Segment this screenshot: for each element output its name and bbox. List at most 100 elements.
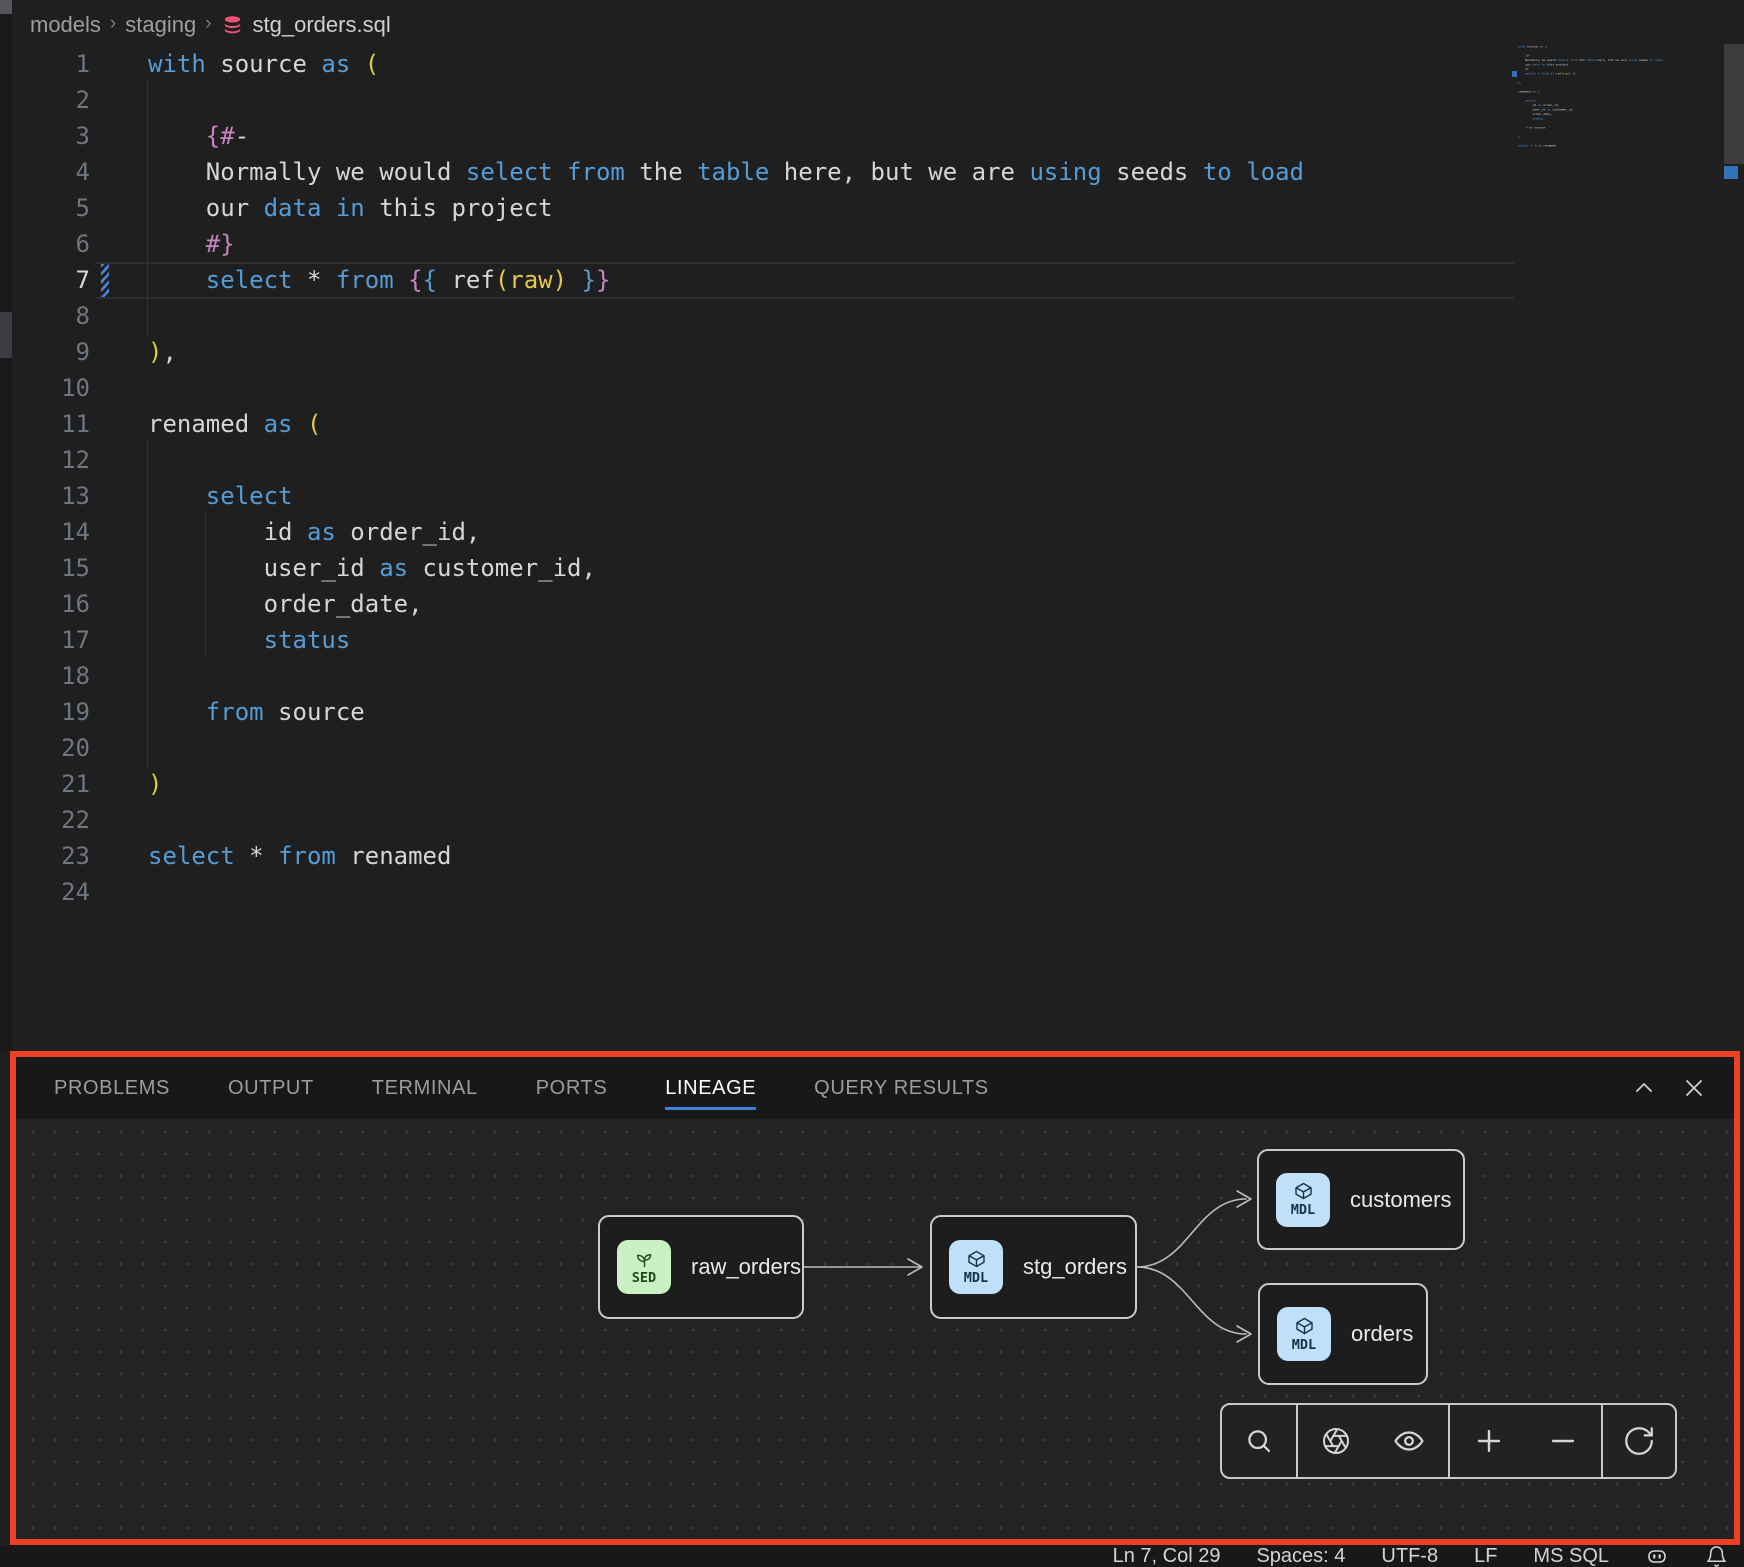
breadcrumb-folder-staging[interactable]: staging <box>125 12 196 38</box>
code-line-22[interactable]: 22 <box>12 802 1744 838</box>
code-line-24[interactable]: 24 <box>12 874 1744 910</box>
refresh-icon[interactable] <box>1622 1424 1656 1458</box>
code-line-11[interactable]: 11 renamed as ( <box>12 406 1744 442</box>
tab-problems[interactable]: PROBLEMS <box>54 1057 170 1119</box>
eol-setting[interactable]: LF <box>1474 1545 1497 1567</box>
line-number: 22 <box>12 802 90 838</box>
line-number: 23 <box>12 838 90 874</box>
code-text: select * from {{ ref(raw) }} <box>148 262 610 298</box>
code-text: ), <box>148 334 177 370</box>
aperture-icon[interactable] <box>1320 1425 1352 1457</box>
code-text: renamed as ( <box>148 406 321 442</box>
copilot-icon[interactable] <box>1645 1544 1669 1567</box>
line-number: 2 <box>12 82 90 118</box>
code-text: from source <box>1518 125 1545 130</box>
line-number: 11 <box>12 406 90 442</box>
eye-icon[interactable] <box>1392 1424 1426 1458</box>
code-text: our data in this project <box>148 190 553 226</box>
bottom-panel-annotated: PROBLEMS OUTPUT TERMINAL PORTS LINEAGE QUERY … <box>10 1051 1740 1545</box>
lineage-node-orders[interactable]: MDL orders <box>1258 1283 1428 1385</box>
breadcrumb-folder-models[interactable]: models <box>30 12 101 38</box>
tab-lineage[interactable]: LINEAGE <box>665 1057 756 1119</box>
cube-icon <box>966 1249 987 1269</box>
line-number: 4 <box>12 154 90 190</box>
badge-label: MDL <box>964 1270 988 1286</box>
tab-output[interactable]: OUTPUT <box>228 1057 314 1119</box>
code-line-16[interactable]: 16 order_date, <box>12 586 1744 622</box>
code-line-19[interactable]: 19 from source <box>12 694 1744 730</box>
lineage-canvas[interactable]: SED raw_orders MDL stg_orders <box>16 1119 1734 1539</box>
search-icon[interactable] <box>1243 1425 1275 1457</box>
code-line-6[interactable]: 6 #} <box>12 226 1744 262</box>
code-line-3[interactable]: 3 {#- <box>12 118 1744 154</box>
code-line-10[interactable]: 10 <box>12 370 1744 406</box>
tab-terminal[interactable]: TERMINAL <box>372 1057 478 1119</box>
database-file-icon <box>221 14 244 37</box>
cube-icon <box>1294 1316 1315 1336</box>
code-text: #} <box>148 226 235 262</box>
code-line-2[interactable]: 2 <box>12 82 1744 118</box>
chevron-up-icon[interactable] <box>1632 1076 1656 1100</box>
code-text: id as order_id, <box>148 514 480 550</box>
code-line-1[interactable]: 1with source as ( <box>12 46 1744 82</box>
zoom-out-icon[interactable] <box>1546 1424 1580 1458</box>
code-text: select * from {{ ref(raw) }} <box>1518 71 1576 76</box>
code-line-21[interactable]: 21) <box>12 766 1744 802</box>
code-line-5[interactable]: 5 our data in this project <box>12 190 1744 226</box>
code-line-9[interactable]: 9), <box>12 334 1744 370</box>
edge-arrowhead <box>908 1259 922 1275</box>
badge-label: SED <box>632 1270 656 1286</box>
code-line-12[interactable]: 12 <box>12 442 1744 478</box>
node-label: orders <box>1351 1321 1413 1347</box>
minimap-modified-marker <box>1512 71 1517 77</box>
line-number: 12 <box>12 442 90 478</box>
code-line-15[interactable]: 15 user_id as customer_id, <box>12 550 1744 586</box>
encoding-setting[interactable]: UTF-8 <box>1381 1545 1438 1567</box>
cursor-position[interactable]: Ln 7, Col 29 <box>1113 1545 1221 1567</box>
seedling-icon <box>634 1249 655 1269</box>
tab-ports[interactable]: PORTS <box>536 1057 608 1119</box>
code-line-13[interactable]: 13 select <box>12 478 1744 514</box>
minimap[interactable]: with source as ( {#- Normally we would s… <box>1518 44 1692 162</box>
editor-scrollbar-thumb[interactable] <box>1724 44 1744 164</box>
code-line-20[interactable]: 20 <box>12 730 1744 766</box>
code-line-17[interactable]: 17 status <box>12 622 1744 658</box>
node-label: stg_orders <box>1023 1254 1127 1280</box>
code-editor[interactable]: 1with source as (23 {#-4 Normally we wou… <box>12 44 1744 1051</box>
lineage-node-raw-orders[interactable]: SED raw_orders <box>598 1215 804 1319</box>
code-lines[interactable]: 1with source as (23 {#-4 Normally we wou… <box>12 46 1744 910</box>
activity-strip <box>0 0 12 1051</box>
cube-icon <box>1293 1181 1314 1201</box>
lineage-node-stg-orders[interactable]: MDL stg_orders <box>930 1215 1137 1319</box>
code-line-14[interactable]: 14 id as order_id, <box>12 514 1744 550</box>
line-number: 18 <box>12 658 90 694</box>
code-line-7[interactable]: 7 select * from {{ ref(raw) }} <box>12 262 1744 298</box>
close-panel-icon[interactable] <box>1682 1076 1706 1100</box>
tab-query-results[interactable]: QUERY RESULTS <box>814 1057 989 1119</box>
model-badge: MDL <box>949 1240 1003 1294</box>
breadcrumb-file-name[interactable]: stg_orders.sql <box>253 12 391 38</box>
code-line-23[interactable]: 23select * from renamed <box>12 838 1744 874</box>
code-line-4[interactable]: 4 Normally we would select from the tabl… <box>12 154 1744 190</box>
line-number: 17 <box>12 622 90 658</box>
language-mode[interactable]: MS SQL <box>1533 1545 1609 1567</box>
strip-scroll-block[interactable] <box>0 312 12 358</box>
code-text: ) <box>1518 134 1520 139</box>
code-line-8[interactable]: 8 <box>12 298 1744 334</box>
zoom-in-icon[interactable] <box>1472 1424 1506 1458</box>
code-text: select * from renamed <box>1518 143 1556 148</box>
code-text: order_date, <box>148 586 423 622</box>
minimap-content: with source as ( {#- Normally we would s… <box>1518 44 1692 152</box>
line-number: 5 <box>12 190 90 226</box>
lineage-node-customers[interactable]: MDL customers <box>1257 1149 1465 1250</box>
breadcrumb-separator: › <box>205 13 211 35</box>
code-line-18[interactable]: 18 <box>12 658 1744 694</box>
line-number: 24 <box>12 874 90 910</box>
line-number: 7 <box>12 262 90 298</box>
indentation-setting[interactable]: Spaces: 4 <box>1256 1545 1345 1567</box>
code-text: from source <box>148 694 365 730</box>
bell-icon[interactable] <box>1705 1545 1728 1567</box>
model-badge: MDL <box>1277 1307 1331 1361</box>
breadcrumb-separator: › <box>110 13 116 35</box>
line-number: 6 <box>12 226 90 262</box>
